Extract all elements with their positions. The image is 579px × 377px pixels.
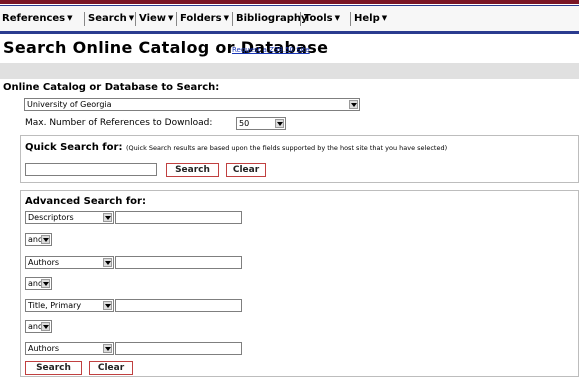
chevron-down-icon xyxy=(41,235,50,244)
request-site-link[interactable]: Request a Z39.50 Site xyxy=(232,46,310,54)
dropdown-arrow-icon: ▼ xyxy=(128,14,135,22)
boolean-operator-select[interactable]: and xyxy=(25,277,52,290)
chevron-down-icon xyxy=(103,344,112,353)
advanced-field-value: Authors xyxy=(28,258,60,267)
quick-clear-button[interactable]: Clear xyxy=(226,163,266,177)
menu-bibliography[interactable]: Bibliography xyxy=(236,9,308,29)
menu-bibliography-label: Bibliography xyxy=(236,13,308,24)
max-references-label: Max. Number of References to Download: xyxy=(25,118,213,128)
dropdown-arrow-icon: ▼ xyxy=(67,14,73,22)
advanced-term-input[interactable] xyxy=(115,211,242,224)
menu-bar: References ▼ Search ▼ View ▼ Folders ▼ Bibli… xyxy=(0,5,579,34)
advanced-term-input[interactable] xyxy=(115,342,242,355)
chevron-down-icon xyxy=(41,279,50,288)
dropdown-arrow-icon: ▼ xyxy=(381,14,388,22)
advanced-term-input[interactable] xyxy=(115,256,242,269)
boolean-operator-select[interactable]: and xyxy=(25,233,52,246)
advanced-field-value: Authors xyxy=(28,344,60,353)
chevron-down-icon xyxy=(103,213,112,222)
menu-folders[interactable]: Folders ▼ xyxy=(180,9,229,29)
quick-search-heading: Quick Search for: (Quick Search results … xyxy=(25,142,447,153)
menu-separator xyxy=(232,12,233,26)
menu-separator xyxy=(135,12,136,26)
top-accent-bar xyxy=(0,0,579,4)
advanced-term-input[interactable] xyxy=(115,299,242,312)
max-references-value: 50 xyxy=(239,119,250,128)
menu-folders-label: Folders xyxy=(180,13,222,24)
quick-search-button[interactable]: Search xyxy=(166,163,219,177)
menu-tools-label: Tools xyxy=(304,13,333,24)
menu-references[interactable]: References ▼ xyxy=(2,9,73,29)
advanced-field-value: Descriptors xyxy=(28,213,74,222)
menu-help[interactable]: Help ▼ xyxy=(354,9,387,29)
menu-separator xyxy=(84,12,85,26)
menu-search-label: Search xyxy=(88,13,127,24)
dropdown-arrow-icon: ▼ xyxy=(168,14,174,22)
menu-search[interactable]: Search ▼ xyxy=(88,9,134,29)
header-shade-band xyxy=(0,63,579,79)
chevron-down-icon xyxy=(349,100,358,109)
advanced-clear-button[interactable]: Clear xyxy=(89,361,133,375)
quick-search-input[interactable] xyxy=(25,163,157,176)
menu-separator xyxy=(350,12,351,26)
menu-tools[interactable]: Tools ▼ xyxy=(304,9,340,29)
dropdown-arrow-icon: ▼ xyxy=(334,14,341,22)
menu-help-label: Help xyxy=(354,13,380,24)
catalog-heading: Online Catalog or Database to Search: xyxy=(3,82,220,93)
max-references-select[interactable]: 50 xyxy=(236,117,286,130)
advanced-field-value: Title, Primary xyxy=(28,301,82,310)
catalog-select-value: University of Georgia xyxy=(27,100,112,109)
dropdown-arrow-icon: ▼ xyxy=(223,14,229,22)
advanced-search-heading: Advanced Search for: xyxy=(25,196,146,207)
advanced-field-select[interactable]: Title, Primary xyxy=(25,299,114,312)
menu-view[interactable]: View ▼ xyxy=(139,9,173,29)
quick-search-heading-text: Quick Search for: xyxy=(25,142,123,153)
chevron-down-icon xyxy=(103,301,112,310)
boolean-operator-select[interactable]: and xyxy=(25,320,52,333)
advanced-field-select[interactable]: Descriptors xyxy=(25,211,114,224)
menu-separator xyxy=(176,12,177,26)
advanced-search-button[interactable]: Search xyxy=(25,361,82,375)
menu-references-label: References xyxy=(2,13,66,24)
chevron-down-icon xyxy=(275,119,284,128)
menu-view-label: View xyxy=(139,13,167,24)
catalog-select[interactable]: University of Georgia xyxy=(24,98,360,111)
advanced-field-select[interactable]: Authors xyxy=(25,256,114,269)
menu-separator xyxy=(300,12,301,26)
advanced-field-select[interactable]: Authors xyxy=(25,342,114,355)
chevron-down-icon xyxy=(103,258,112,267)
chevron-down-icon xyxy=(41,322,50,331)
quick-search-note: (Quick Search results are based upon the… xyxy=(125,144,448,152)
